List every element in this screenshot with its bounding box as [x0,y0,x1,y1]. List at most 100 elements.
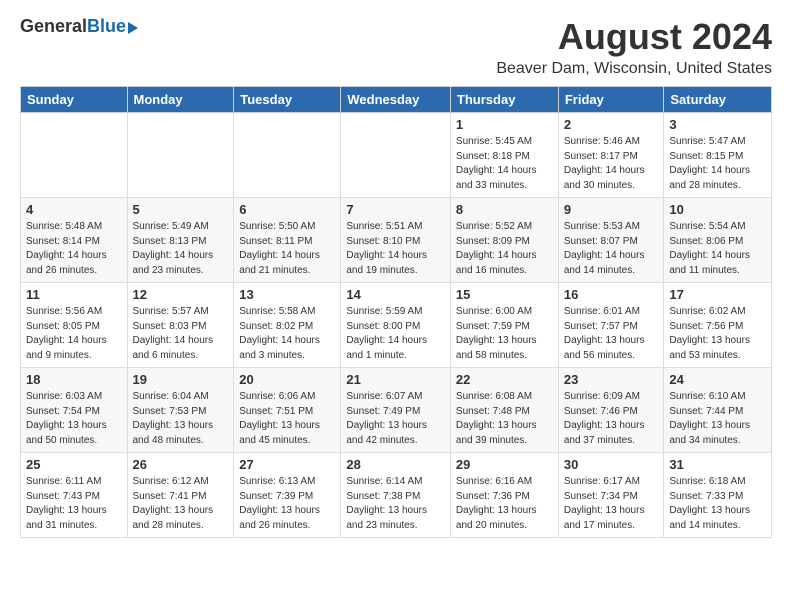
day-info: Sunrise: 6:01 AMSunset: 7:57 PMDaylight:… [564,305,659,363]
calendar-header-row: Sunday Monday Tuesday Wednesday Thursday… [21,87,772,113]
title-section: August 2024 Beaver Dam, Wisconsin, Unite… [496,16,772,78]
table-row: 19 Sunrise: 6:04 AMSunset: 7:53 PMDayligh… [127,368,234,453]
day-info: Sunrise: 5:53 AMSunset: 8:07 PMDaylight:… [564,220,659,278]
day-info: Sunrise: 5:51 AMSunset: 8:10 PMDaylight:… [346,220,445,278]
location-subtitle: Beaver Dam, Wisconsin, United States [496,60,772,78]
table-row: 22 Sunrise: 6:08 AMSunset: 7:48 PMDayligh… [450,368,558,453]
table-row: 1 Sunrise: 5:45 AMSunset: 8:18 PMDaylight… [450,113,558,198]
day-number: 12 [133,287,229,302]
day-info: Sunrise: 5:59 AMSunset: 8:00 PMDaylight:… [346,305,445,363]
table-row [234,113,341,198]
day-info: Sunrise: 6:10 AMSunset: 7:44 PMDaylight:… [669,390,766,448]
day-number: 13 [239,287,335,302]
calendar-week-row: 18 Sunrise: 6:03 AMSunset: 7:54 PMDayligh… [21,368,772,453]
day-number: 18 [26,372,122,387]
day-info: Sunrise: 6:02 AMSunset: 7:56 PMDaylight:… [669,305,766,363]
day-info: Sunrise: 6:17 AMSunset: 7:34 PMDaylight:… [564,475,659,533]
day-info: Sunrise: 6:04 AMSunset: 7:53 PMDaylight:… [133,390,229,448]
table-row: 26 Sunrise: 6:12 AMSunset: 7:41 PMDayligh… [127,453,234,538]
table-row: 8Sunrise: 5:52 AMSunset: 8:09 PMDaylight… [450,198,558,283]
day-number: 9 [564,202,659,217]
day-number: 25 [26,457,122,472]
day-number: 15 [456,287,553,302]
day-info: Sunrise: 5:45 AMSunset: 8:18 PMDaylight:… [456,135,553,193]
day-number: 27 [239,457,335,472]
table-row: 30 Sunrise: 6:17 AMSunset: 7:34 PMDayligh… [558,453,664,538]
day-info: Sunrise: 6:18 AMSunset: 7:33 PMDaylight:… [669,475,766,533]
day-info: Sunrise: 6:14 AMSunset: 7:38 PMDaylight:… [346,475,445,533]
table-row: 9 Sunrise: 5:53 AMSunset: 8:07 PMDaylight… [558,198,664,283]
table-row: 4Sunrise: 5:48 AMSunset: 8:14 PMDaylight… [21,198,128,283]
col-wednesday: Wednesday [341,87,451,113]
table-row: 27 Sunrise: 6:13 AMSunset: 7:39 PMDayligh… [234,453,341,538]
day-info: Sunrise: 6:03 AMSunset: 7:54 PMDaylight:… [26,390,122,448]
table-row: 29Sunrise: 6:16 AMSunset: 7:36 PMDayligh… [450,453,558,538]
day-info: Sunrise: 6:08 AMSunset: 7:48 PMDaylight:… [456,390,553,448]
calendar-week-row: 1 Sunrise: 5:45 AMSunset: 8:18 PMDaylight… [21,113,772,198]
table-row: 17Sunrise: 6:02 AMSunset: 7:56 PMDayligh… [664,283,772,368]
day-info: Sunrise: 6:12 AMSunset: 7:41 PMDaylight:… [133,475,229,533]
day-number: 26 [133,457,229,472]
day-info: Sunrise: 5:56 AMSunset: 8:05 PMDaylight:… [26,305,122,363]
col-thursday: Thursday [450,87,558,113]
day-number: 29 [456,457,553,472]
day-number: 16 [564,287,659,302]
calendar-week-row: 25 Sunrise: 6:11 AMSunset: 7:43 PMDayligh… [21,453,772,538]
table-row: 16 Sunrise: 6:01 AMSunset: 7:57 PMDayligh… [558,283,664,368]
table-row: 23Sunrise: 6:09 AMSunset: 7:46 PMDayligh… [558,368,664,453]
col-friday: Friday [558,87,664,113]
table-row: 6 Sunrise: 5:50 AMSunset: 8:11 PMDaylight… [234,198,341,283]
day-info: Sunrise: 6:07 AMSunset: 7:49 PMDaylight:… [346,390,445,448]
day-number: 24 [669,372,766,387]
day-number: 22 [456,372,553,387]
day-info: Sunrise: 5:54 AMSunset: 8:06 PMDaylight:… [669,220,766,278]
month-year-title: August 2024 [496,16,772,58]
logo-blue-text: Blue [87,16,126,37]
day-info: Sunrise: 6:06 AMSunset: 7:51 PMDaylight:… [239,390,335,448]
day-info: Sunrise: 5:58 AMSunset: 8:02 PMDaylight:… [239,305,335,363]
header: General Blue August 2024 Beaver Dam, Wis… [20,16,772,78]
calendar-week-row: 4Sunrise: 5:48 AMSunset: 8:14 PMDaylight… [21,198,772,283]
day-number: 21 [346,372,445,387]
table-row [127,113,234,198]
col-tuesday: Tuesday [234,87,341,113]
day-info: Sunrise: 5:50 AMSunset: 8:11 PMDaylight:… [239,220,335,278]
calendar-week-row: 11Sunrise: 5:56 AMSunset: 8:05 PMDayligh… [21,283,772,368]
day-number: 5 [133,202,229,217]
day-number: 3 [669,117,766,132]
logo-arrow-icon [128,22,138,34]
day-number: 4 [26,202,122,217]
day-number: 7 [346,202,445,217]
day-info: Sunrise: 6:11 AMSunset: 7:43 PMDaylight:… [26,475,122,533]
logo-general-text: General [20,16,87,37]
table-row: 3 Sunrise: 5:47 AMSunset: 8:15 PMDaylight… [664,113,772,198]
day-info: Sunrise: 6:13 AMSunset: 7:39 PMDaylight:… [239,475,335,533]
logo: General Blue [20,16,138,37]
day-number: 30 [564,457,659,472]
table-row: 18 Sunrise: 6:03 AMSunset: 7:54 PMDayligh… [21,368,128,453]
table-row [21,113,128,198]
day-info: Sunrise: 5:49 AMSunset: 8:13 PMDaylight:… [133,220,229,278]
day-number: 1 [456,117,553,132]
day-number: 10 [669,202,766,217]
day-number: 6 [239,202,335,217]
table-row: 24 Sunrise: 6:10 AMSunset: 7:44 PMDayligh… [664,368,772,453]
table-row: 12Sunrise: 5:57 AMSunset: 8:03 PMDayligh… [127,283,234,368]
table-row: 13 Sunrise: 5:58 AMSunset: 8:02 PMDayligh… [234,283,341,368]
day-number: 20 [239,372,335,387]
table-row: 5 Sunrise: 5:49 AMSunset: 8:13 PMDaylight… [127,198,234,283]
table-row: 7 Sunrise: 5:51 AMSunset: 8:10 PMDaylight… [341,198,451,283]
col-monday: Monday [127,87,234,113]
day-info: Sunrise: 5:47 AMSunset: 8:15 PMDaylight:… [669,135,766,193]
table-row: 28 Sunrise: 6:14 AMSunset: 7:38 PMDayligh… [341,453,451,538]
day-info: Sunrise: 6:00 AMSunset: 7:59 PMDaylight:… [456,305,553,363]
table-row: 21 Sunrise: 6:07 AMSunset: 7:49 PMDayligh… [341,368,451,453]
day-info: Sunrise: 6:09 AMSunset: 7:46 PMDaylight:… [564,390,659,448]
day-number: 19 [133,372,229,387]
table-row: 25 Sunrise: 6:11 AMSunset: 7:43 PMDayligh… [21,453,128,538]
day-number: 8 [456,202,553,217]
table-row: 11Sunrise: 5:56 AMSunset: 8:05 PMDayligh… [21,283,128,368]
day-number: 28 [346,457,445,472]
calendar-table: Sunday Monday Tuesday Wednesday Thursday… [20,86,772,538]
table-row: 2Sunrise: 5:46 AMSunset: 8:17 PMDaylight… [558,113,664,198]
